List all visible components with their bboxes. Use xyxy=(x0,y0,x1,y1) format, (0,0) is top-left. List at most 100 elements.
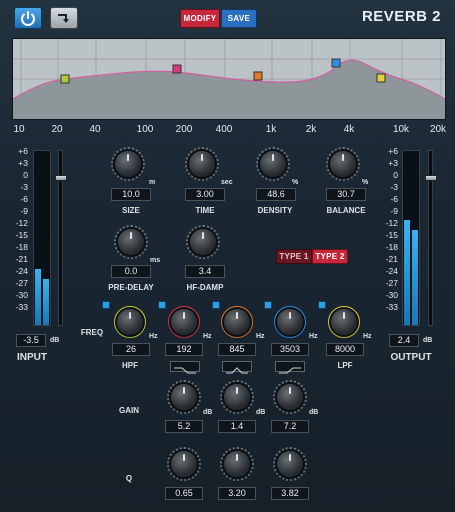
balance-value[interactable]: 30.7 xyxy=(326,188,366,201)
hpf-label: HPF xyxy=(122,361,138,370)
band3-q-value[interactable]: 3.82 xyxy=(271,487,309,500)
eq-node-band2[interactable] xyxy=(253,71,263,81)
output-level-meter xyxy=(402,150,420,326)
scale-tick: 0 xyxy=(393,170,398,180)
power-icon xyxy=(21,11,35,26)
band2-freq-knob[interactable] xyxy=(224,309,250,335)
output-unit: dB xyxy=(423,337,433,344)
scale-tick: 0 xyxy=(23,170,28,180)
band1-enable-toggle[interactable] xyxy=(158,301,166,309)
band3-freq-value[interactable]: 3503 xyxy=(271,343,309,356)
band2-gain-value[interactable]: 1.4 xyxy=(218,420,256,433)
type2-button[interactable]: TYPE 2 xyxy=(312,249,348,264)
scale-tick: -30 xyxy=(15,290,28,300)
balance-knob[interactable] xyxy=(330,151,356,177)
time-knob[interactable] xyxy=(189,151,215,177)
band2-shape-button[interactable] xyxy=(222,361,252,374)
high-shelf-icon xyxy=(279,367,301,374)
predelay-value[interactable]: 0.0 xyxy=(111,265,151,278)
input-fader-handle[interactable] xyxy=(55,175,67,181)
hpf-enable-toggle[interactable] xyxy=(102,301,110,309)
gain-row-label: GAIN xyxy=(119,406,139,415)
time-value[interactable]: 3.00 xyxy=(185,188,225,201)
scale-tick: -18 xyxy=(15,242,28,252)
band2-gain-knob[interactable] xyxy=(224,384,250,410)
save-button[interactable]: SAVE xyxy=(221,9,257,28)
scale-tick: +3 xyxy=(388,158,398,168)
band2-gain-unit: dB xyxy=(256,409,266,416)
band1-gain-knob[interactable] xyxy=(171,384,197,410)
output-label: OUTPUT xyxy=(390,352,432,363)
reverb-plugin-window: MODIFY SAVE REVERB 2 10 20 40 100 200 40… xyxy=(0,0,455,512)
eq-node-band1[interactable] xyxy=(172,64,182,74)
scale-tick: -33 xyxy=(385,302,398,312)
size-value[interactable]: 10.0 xyxy=(111,188,151,201)
power-button[interactable] xyxy=(14,7,42,29)
predelay-unit: ms xyxy=(150,257,161,264)
band1-q-knob[interactable] xyxy=(171,451,197,477)
hfdamp-value[interactable]: 3.4 xyxy=(185,265,225,278)
band3-gain-knob[interactable] xyxy=(277,384,303,410)
scale-tick: -21 xyxy=(15,254,28,264)
band1-freq-value[interactable]: 192 xyxy=(165,343,203,356)
scale-tick: -30 xyxy=(385,290,398,300)
band3-enable-toggle[interactable] xyxy=(264,301,272,309)
density-unit: % xyxy=(292,179,299,186)
size-knob[interactable] xyxy=(115,151,141,177)
hpf-freq-knob[interactable] xyxy=(117,309,143,335)
freq-axis-label: 20k xyxy=(429,124,447,135)
hpf-freq-value[interactable]: 26 xyxy=(112,343,150,356)
density-knob[interactable] xyxy=(260,151,286,177)
hfdamp-knob[interactable] xyxy=(190,229,216,255)
scale-tick: -27 xyxy=(15,278,28,288)
type1-button[interactable]: TYPE 1 xyxy=(276,249,312,264)
eq-response-graph[interactable] xyxy=(12,38,446,120)
q-row-label: Q xyxy=(125,474,133,483)
band2-enable-toggle[interactable] xyxy=(212,301,220,309)
eq-node-band3[interactable] xyxy=(331,58,341,68)
band1-shape-button[interactable] xyxy=(170,361,200,374)
freq-axis-label: 20 xyxy=(51,124,63,135)
scale-tick: -3 xyxy=(20,182,28,192)
lpf-enable-toggle[interactable] xyxy=(318,301,326,309)
band3-gain-value[interactable]: 7.2 xyxy=(271,420,309,433)
band3-freq-knob[interactable] xyxy=(277,309,303,335)
band2-freq-value[interactable]: 845 xyxy=(218,343,256,356)
predelay-label: PRE-DELAY xyxy=(108,283,154,292)
eq-node-hpf[interactable] xyxy=(60,74,70,84)
modify-button[interactable]: MODIFY xyxy=(180,9,220,28)
band1-q-value[interactable]: 0.65 xyxy=(165,487,203,500)
lpf-freq-value[interactable]: 8000 xyxy=(326,343,364,356)
input-meter-bar-right xyxy=(43,279,49,325)
lpf-freq-knob[interactable] xyxy=(331,309,357,335)
freq-axis-label: 40 xyxy=(89,124,101,135)
predelay-knob[interactable] xyxy=(118,229,144,255)
band1-gain-value[interactable]: 5.2 xyxy=(165,420,203,433)
band2-q-value[interactable]: 3.20 xyxy=(218,487,256,500)
output-fader-handle[interactable] xyxy=(425,175,437,181)
scale-tick: -12 xyxy=(385,218,398,228)
band2-q-knob[interactable] xyxy=(224,451,250,477)
scale-tick: -18 xyxy=(385,242,398,252)
eq-node-lpf[interactable] xyxy=(376,73,386,83)
scale-tick: -9 xyxy=(390,206,398,216)
output-meter-bar-left xyxy=(404,220,410,325)
band1-gain-unit: dB xyxy=(203,409,213,416)
band3-q-knob[interactable] xyxy=(277,451,303,477)
scale-tick: -12 xyxy=(15,218,28,228)
band1-hz-unit: Hz xyxy=(203,333,212,340)
freq-axis-label: 1k xyxy=(265,124,277,135)
band3-shape-button[interactable] xyxy=(275,361,305,374)
input-level-meter xyxy=(33,150,51,326)
preset-route-button[interactable] xyxy=(50,7,78,29)
scale-tick: -6 xyxy=(390,194,398,204)
band1-freq-knob[interactable] xyxy=(171,309,197,335)
size-label: SIZE xyxy=(122,206,140,215)
freq-axis-label: 2k xyxy=(305,124,317,135)
scale-tick: +6 xyxy=(388,146,398,156)
freq-axis-label: 4k xyxy=(343,124,355,135)
input-value[interactable]: -3.5 xyxy=(16,334,46,347)
low-shelf-icon xyxy=(174,367,196,374)
density-value[interactable]: 48.6 xyxy=(256,188,296,201)
output-value[interactable]: 2.4 xyxy=(389,334,419,347)
